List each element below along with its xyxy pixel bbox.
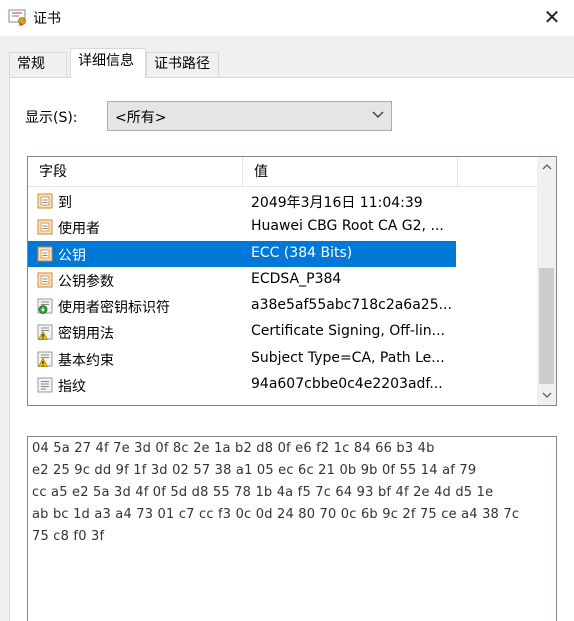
extension-green-icon (37, 298, 53, 315)
row-field: 使用者密钥标识符 (58, 300, 170, 317)
tab-general[interactable]: 常规 (9, 52, 67, 77)
row-field: 公钥 (58, 247, 86, 264)
show-dropdown[interactable]: <所有> (107, 101, 392, 131)
row-value: 2049年3月16日 11:04:39 (251, 195, 423, 211)
list-row-key-usage[interactable]: 密钥用法 Certificate Signing, Off-lin... (28, 319, 456, 345)
value-line-text: cc a5 e2 5a 3d 4f 0f 5d d8 55 78 1b 4a f… (32, 485, 494, 500)
row-field: 公钥参数 (58, 273, 114, 290)
row-field: 指纹 (58, 379, 86, 396)
value-line: ab bc 1d a3 a4 73 01 c7 cc f3 0c 0d 24 8… (32, 507, 519, 522)
row-value: ECC (384 Bits) (251, 244, 353, 261)
certificate-field-icon (37, 219, 53, 235)
list-row-subject-key-id[interactable]: 使用者密钥标识符 a38e5af55abc718c2a6a25... (28, 293, 456, 319)
value-line: cc a5 e2 5a 3d 4f 0f 5d d8 55 78 1b 4a f… (32, 485, 493, 500)
row-value: Subject Type=CA, Path Le... (251, 349, 445, 366)
certificate-field-icon (37, 246, 53, 262)
column-header-value[interactable]: 值 (243, 157, 458, 187)
row-field: 到 (58, 195, 72, 211)
dialog-client: 常规 详细信息 证书路径 显示(S): <所有> 字段 值 到 2049年3月1… (0, 36, 574, 621)
tab-details[interactable]: 详细信息 (70, 48, 146, 78)
row-field: 基本约束 (58, 352, 114, 369)
scrollbar-thumb[interactable] (539, 268, 554, 384)
row-value: ECDSA_P384 (251, 270, 342, 287)
scroll-down-button[interactable] (537, 385, 556, 405)
field-list[interactable]: 字段 值 到 2049年3月16日 11:04:39 使用者 Huawei CB… (27, 156, 557, 406)
column-header-field[interactable]: 字段 (28, 157, 243, 187)
list-scrollbar[interactable] (537, 157, 556, 405)
certificate-icon (8, 9, 26, 27)
value-line: 75 c8 f0 3f (32, 529, 104, 544)
list-row-thumbprint[interactable]: 指纹 94a607cbbe0c4e2203adf... (28, 372, 456, 398)
chevron-down-icon (372, 111, 384, 118)
extension-warning-icon (37, 324, 53, 341)
value-line: e2 25 9c dd 9f 1f 3d 02 57 38 a1 05 ec 6… (32, 463, 476, 478)
list-row-basic-constraints[interactable]: 基本约束 Subject Type=CA, Path Le... (28, 346, 456, 372)
value-line-text: 75 c8 f0 3f (32, 529, 105, 544)
title-bar: 证书 ✕ (0, 0, 574, 36)
row-value: a38e5af55abc718c2a6a25... (251, 297, 452, 314)
row-field: 密钥用法 (58, 326, 114, 343)
list-row-public-key-params[interactable]: 公钥参数 ECDSA_P384 (28, 267, 456, 293)
list-header: 字段 值 (28, 157, 537, 187)
extension-warning-icon (37, 351, 53, 367)
list-rows: 到 2049年3月16日 11:04:39 使用者 Huawei CBG Roo… (28, 188, 537, 398)
list-row-public-key[interactable]: 公钥 ECC (384 Bits) (28, 240, 456, 267)
chevron-up-icon (542, 164, 551, 170)
list-row-valid-to[interactable]: 到 2049年3月16日 11:04:39 (28, 188, 456, 214)
certificate-field-icon (37, 272, 53, 288)
chevron-down-icon (542, 392, 551, 398)
list-row-subject[interactable]: 使用者 Huawei CBG Root CA G2, ... (28, 214, 456, 240)
close-button[interactable]: ✕ (530, 0, 574, 34)
certificate-field-icon (37, 193, 53, 209)
row-value: 94a607cbbe0c4e2203adf... (251, 376, 443, 393)
details-panel: 显示(S): <所有> 字段 值 到 2049年3月16日 11:04:39 使… (9, 77, 574, 621)
value-detail-box[interactable]: 04 5a 27 4f 7e 3d 0f 8c 2e 1a b2 d8 0f e… (27, 436, 557, 621)
value-line-text: e2 25 9c dd 9f 1f 3d 02 57 38 a1 05 ec 6… (32, 463, 477, 478)
property-icon (37, 377, 53, 393)
row-value: Huawei CBG Root CA G2, ... (251, 218, 444, 235)
show-dropdown-value: <所有> (115, 110, 167, 126)
value-line: 04 5a 27 4f 7e 3d 0f 8c 2e 1a b2 d8 0f e… (32, 441, 435, 456)
value-line-text: 04 5a 27 4f 7e 3d 0f 8c 2e 1a b2 d8 0f e… (32, 441, 435, 456)
close-icon: ✕ (543, 5, 561, 29)
window-title: 证书 (33, 11, 61, 27)
show-label: 显示(S): (25, 110, 78, 126)
tab-certification-path[interactable]: 证书路径 (146, 52, 219, 77)
scroll-up-button[interactable] (537, 157, 556, 177)
row-value: Certificate Signing, Off-lin... (251, 323, 445, 340)
row-field: 使用者 (58, 221, 100, 238)
value-line-text: ab bc 1d a3 a4 73 01 c7 cc f3 0c 0d 24 8… (32, 507, 520, 522)
